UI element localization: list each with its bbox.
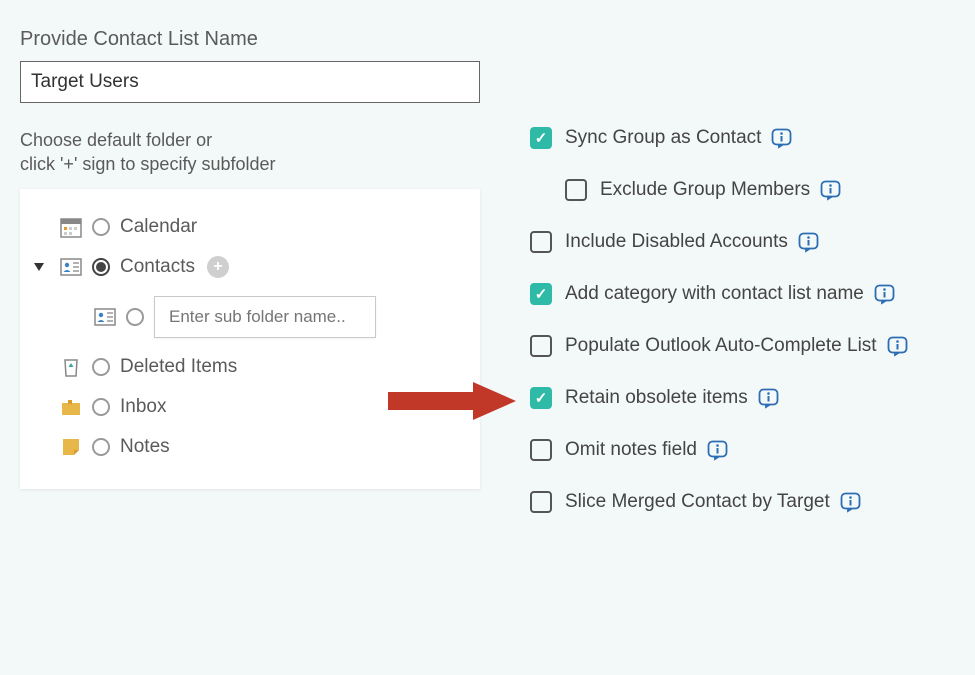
folder-radio-deleted[interactable] [92, 358, 110, 376]
folder-label-calendar: Calendar [120, 216, 197, 238]
option-row-populate-autocomplete: Populate Outlook Auto-Complete List [530, 335, 908, 357]
contacts-icon [94, 306, 116, 328]
checkbox-retain-obsolete[interactable]: ✓ [530, 387, 552, 409]
folder-label-notes: Notes [120, 436, 170, 458]
option-label-slice-merged: Slice Merged Contact by Target [565, 491, 830, 513]
option-row-slice-merged: Slice Merged Contact by Target [530, 491, 908, 513]
folder-radio-contacts[interactable] [92, 258, 110, 276]
option-label-sync-group: Sync Group as Contact [565, 127, 761, 149]
plus-icon: + [213, 259, 222, 275]
folder-row-calendar[interactable]: Calendar [32, 207, 468, 247]
folder-radio-inbox[interactable] [92, 398, 110, 416]
calendar-icon [60, 216, 82, 238]
folder-label-deleted: Deleted Items [120, 356, 237, 378]
option-label-retain-obsolete: Retain obsolete items [565, 387, 748, 409]
folder-radio-calendar[interactable] [92, 218, 110, 236]
expand-toggle-icon[interactable] [34, 263, 44, 271]
folder-instruction-line1: Choose default folder or [20, 130, 212, 150]
option-label-omit-notes: Omit notes field [565, 439, 697, 461]
checkbox-omit-notes[interactable] [530, 439, 552, 461]
folder-instruction-line2: click '+' sign to specify subfolder [20, 154, 276, 174]
subfolder-name-input[interactable] [154, 296, 376, 338]
info-icon[interactable] [840, 492, 861, 513]
check-icon: ✓ [535, 389, 548, 407]
info-icon[interactable] [707, 440, 728, 461]
option-row-omit-notes: Omit notes field [530, 439, 908, 461]
option-label-add-category: Add category with contact list name [565, 283, 864, 305]
option-label-include-disabled: Include Disabled Accounts [565, 231, 788, 253]
checkbox-add-category[interactable]: ✓ [530, 283, 552, 305]
folder-radio-subfolder[interactable] [126, 308, 144, 326]
option-row-add-category: ✓ Add category with contact list name [530, 283, 908, 305]
info-icon[interactable] [771, 128, 792, 149]
check-icon: ✓ [535, 129, 548, 147]
contacts-icon [60, 256, 82, 278]
checkbox-sync-group[interactable]: ✓ [530, 127, 552, 149]
trash-icon [60, 356, 82, 378]
sync-options-panel: ✓ Sync Group as Contact Exclude Group Me… [530, 127, 908, 543]
folder-tree-panel: Calendar Contacts + [20, 189, 480, 489]
folder-row-notes[interactable]: Notes [32, 427, 468, 467]
checkbox-slice-merged[interactable] [530, 491, 552, 513]
option-row-retain-obsolete: ✓ Retain obsolete items [530, 387, 908, 409]
notes-icon [60, 436, 82, 458]
inbox-icon [60, 396, 82, 418]
radio-dot-icon [96, 262, 106, 272]
folder-radio-notes[interactable] [92, 438, 110, 456]
info-icon[interactable] [887, 336, 908, 357]
contact-list-name-input[interactable] [20, 61, 480, 103]
checkbox-exclude-members[interactable] [565, 179, 587, 201]
checkbox-populate-autocomplete[interactable] [530, 335, 552, 357]
add-subfolder-button[interactable]: + [207, 256, 229, 278]
folder-row-subfolder [32, 287, 468, 347]
contact-list-name-title: Provide Contact List Name [20, 28, 955, 51]
option-row-include-disabled: Include Disabled Accounts [530, 231, 908, 253]
folder-label-inbox: Inbox [120, 396, 166, 418]
folder-label-contacts: Contacts [120, 256, 195, 278]
info-icon[interactable] [798, 232, 819, 253]
info-icon[interactable] [874, 284, 895, 305]
option-row-sync-group: ✓ Sync Group as Contact [530, 127, 908, 149]
option-row-exclude-members: Exclude Group Members [565, 179, 908, 201]
info-icon[interactable] [820, 180, 841, 201]
arrow-annotation-icon [388, 380, 518, 427]
folder-row-contacts[interactable]: Contacts + [32, 247, 468, 287]
option-label-exclude-members: Exclude Group Members [600, 179, 810, 201]
check-icon: ✓ [535, 285, 548, 303]
option-label-populate-autocomplete: Populate Outlook Auto-Complete List [565, 335, 877, 357]
info-icon[interactable] [758, 388, 779, 409]
checkbox-include-disabled[interactable] [530, 231, 552, 253]
